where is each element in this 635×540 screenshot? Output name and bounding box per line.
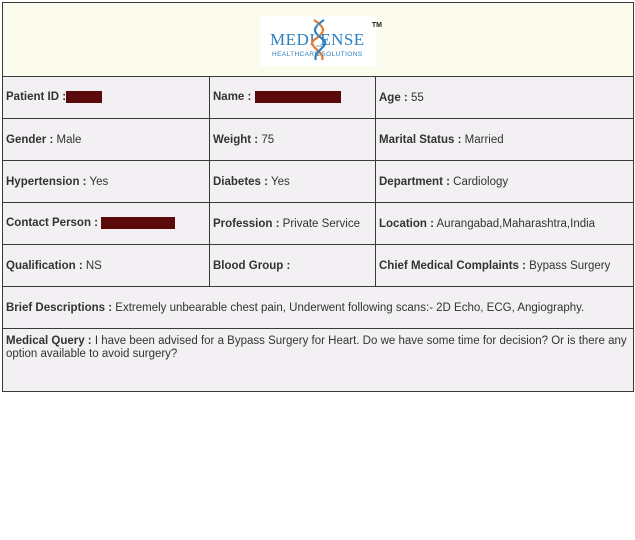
table-row: Contact Person : Profession : Private Se… [2,202,634,245]
table-row: Qualification : NS Blood Group : Chief M… [2,244,634,287]
hypertension-label: Hypertension : [6,175,87,188]
weight-label: Weight : [213,133,259,146]
hypertension-cell: Hypertension : Yes [2,160,210,203]
diabetes-label: Diabetes : [213,175,268,188]
weight-value: 75 [258,133,275,146]
table-row: Gender : Male Weight : 75 Marital Status… [2,118,634,161]
gender-value: Male [53,133,82,146]
brief-description-label: Brief Descriptions : [6,301,113,314]
gender-label: Gender : [6,133,54,146]
blood-group-cell: Blood Group : [209,244,376,287]
weight-cell: Weight : 75 [209,118,376,161]
medical-query-value: I have been advised for a Bypass Surgery… [6,335,627,360]
location-value: Aurangabad,Maharashtra,India [433,217,596,230]
blood-group-label: Blood Group : [213,259,291,272]
marital-status-value: Married [461,133,504,146]
contact-person-cell: Contact Person : [2,202,210,245]
profession-cell: Profession : Private Service [209,202,376,245]
patient-id-label: Patient ID : [6,91,67,104]
chief-complaints-cell: Chief Medical Complaints : Bypass Surger… [375,244,634,287]
patient-id-redaction [66,91,103,104]
age-value: 55 [407,91,424,104]
logo-header: MEDI ENSE TM HEALTHCARE SOLUTIONS [2,2,634,77]
marital-status-label: Marital Status : [379,133,462,146]
patient-id-cell: Patient ID : [2,76,210,119]
diabetes-cell: Diabetes : Yes [209,160,376,203]
hypertension-value: Yes [86,175,109,188]
name-redaction [254,91,341,104]
qualification-cell: Qualification : NS [2,244,210,287]
table-row: Medical Query : I have been advised for … [2,328,634,392]
qualification-value: NS [82,259,102,272]
logo-tagline: HEALTHCARE SOLUTIONS [272,51,363,58]
location-cell: Location : Aurangabad,Maharashtra,India [375,202,634,245]
logo-trademark: TM [371,22,382,29]
name-cell: Name : [209,76,376,119]
profession-label: Profession : [213,217,280,230]
chief-complaints-value: Bypass Surgery [525,259,611,272]
department-label: Department : [379,175,450,188]
location-label: Location : [379,217,434,230]
gender-cell: Gender : Male [2,118,210,161]
age-cell: Age : 55 [375,76,634,119]
table-row: Hypertension : Yes Diabetes : Yes Depart… [2,160,634,203]
marital-status-cell: Marital Status : Married [375,118,634,161]
brief-description-cell: Brief Descriptions : Extremely unbearabl… [2,286,634,329]
patient-info-table: MEDI ENSE TM HEALTHCARE SOLUTIONS Patien… [2,2,634,392]
department-cell: Department : Cardiology [375,160,634,203]
medical-query-label: Medical Query : [6,335,92,347]
department-value: Cardiology [449,175,509,188]
name-label: Name : [213,91,252,104]
patient-record: MEDI ENSE TM HEALTHCARE SOLUTIONS Patien… [2,2,634,392]
medisense-logo: MEDI ENSE TM HEALTHCARE SOLUTIONS [260,16,382,66]
medical-query-cell: Medical Query : I have been advised for … [2,328,634,392]
diabetes-value: Yes [267,175,290,188]
chief-complaints-label: Chief Medical Complaints : [379,259,526,272]
contact-person-label: Contact Person : [6,217,99,230]
profession-value: Private Service [279,217,360,230]
brief-description-value: Extremely unbearable chest pain, Underwe… [112,301,585,314]
table-row: Patient ID : Name : Age : 55 [2,76,634,119]
age-label: Age : [379,91,408,104]
contact-person-redaction [101,217,176,230]
qualification-label: Qualification : [6,259,83,272]
table-row: Brief Descriptions : Extremely unbearabl… [2,286,634,329]
